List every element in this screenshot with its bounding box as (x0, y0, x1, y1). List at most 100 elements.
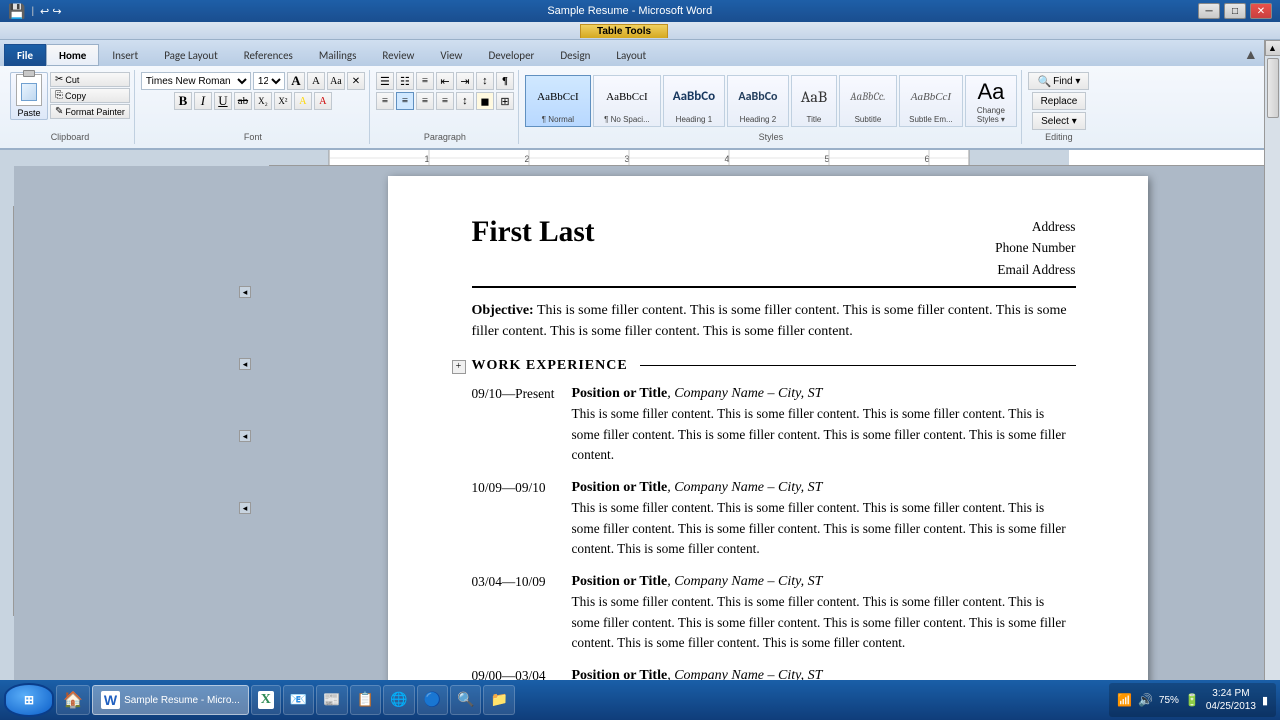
tab-mailings[interactable]: Mailings (306, 44, 370, 66)
taskbar-explorer[interactable]: 🏠 (56, 685, 90, 715)
superscript-button[interactable]: X² (274, 92, 292, 110)
table-tools-bar: Table Tools (0, 22, 1280, 40)
shading-button[interactable]: ◼ (476, 92, 494, 110)
paragraph-group: ☰ ☷ ≡ ⇤ ⇥ ↕ ¶ ≡ ≡ ≡ ≡ ↕ ◼ ⊞ Pa (372, 70, 519, 144)
font-format-row: B I U ab X₂ X² A A (174, 92, 332, 110)
start-button[interactable]: ⊞ (4, 683, 54, 717)
ribbon-content: Paste ✂Cut ⎘Copy ✎Format Painter Clipboa… (0, 66, 1280, 148)
replace-button[interactable]: Replace (1032, 92, 1087, 110)
style-no-spacing[interactable]: AaBbCcI ¶ No Spaci... (593, 75, 661, 127)
show-hide-button[interactable]: ¶ (496, 72, 514, 90)
select-button[interactable]: Select ▾ (1032, 112, 1086, 130)
maximize-button[interactable]: □ (1224, 3, 1246, 19)
taskbar-word-button[interactable]: W Sample Resume - Micro... (92, 685, 249, 715)
clear-format-button[interactable]: ✕ (347, 72, 365, 90)
battery-status: 75% (1159, 695, 1179, 706)
ruler-left-margin (0, 150, 255, 166)
taskbar-search[interactable]: 🔍 (450, 685, 481, 715)
align-right-button[interactable]: ≡ (416, 92, 434, 110)
shrink-font-button[interactable]: A (307, 72, 325, 90)
strikethrough-button[interactable]: ab (234, 92, 252, 110)
close-button[interactable]: ✕ (1250, 3, 1272, 19)
taskbar-excel[interactable]: X (251, 685, 281, 715)
expand-left-4[interactable]: ◂ (239, 502, 251, 514)
style-change-styles[interactable]: Aa ChangeStyles ▾ (965, 75, 1017, 127)
work-desc-2: This is some filler content. This is som… (572, 498, 1076, 560)
clipboard-small-buttons: ✂Cut ⎘Copy ✎Format Painter (50, 72, 130, 119)
change-case-button[interactable]: Aa (327, 72, 345, 90)
expand-left-3[interactable]: ◂ (239, 430, 251, 442)
font-color-button[interactable]: A (314, 92, 332, 110)
cut-button[interactable]: ✂Cut (50, 72, 130, 87)
numbering-button[interactable]: ☷ (396, 72, 414, 90)
borders-button[interactable]: ⊞ (496, 92, 514, 110)
tab-layout[interactable]: Layout (603, 44, 659, 66)
work-details-1: Position or Title, Company Name – City, … (572, 386, 1076, 466)
find-button[interactable]: 🔍 Find ▾ (1028, 72, 1089, 90)
tab-home[interactable]: Home (46, 44, 99, 66)
align-center-button[interactable]: ≡ (396, 92, 414, 110)
work-date-2: 10/09—09/10 (472, 480, 572, 560)
multilevel-list-button[interactable]: ≡ (416, 72, 434, 90)
clipboard-controls: Paste ✂Cut ⎘Copy ✎Format Painter (10, 72, 130, 130)
work-date-3: 03/04—10/09 (472, 574, 572, 654)
tab-file[interactable]: File (4, 44, 46, 66)
tray-battery-icon: 🔋 (1185, 693, 1200, 707)
window-title: Sample Resume - Microsoft Word (62, 5, 1198, 17)
minimize-button[interactable]: ─ (1198, 3, 1220, 19)
increase-indent-button[interactable]: ⇥ (456, 72, 474, 90)
tab-insert[interactable]: Insert (99, 44, 151, 66)
subscript-button[interactable]: X₂ (254, 92, 272, 110)
taskbar-chrome[interactable]: 🔵 (417, 685, 448, 715)
style-heading1[interactable]: AaBbCo Heading 1 (663, 75, 725, 127)
taskbar-files[interactable]: 📁 (483, 685, 514, 715)
section-title-work: WORK EXPERIENCE (472, 358, 636, 374)
style-subtle-em[interactable]: AaBbCcI Subtle Em... (899, 75, 963, 127)
ruler-area: 1 2 3 4 5 6 (0, 150, 1280, 166)
decrease-indent-button[interactable]: ⇤ (436, 72, 454, 90)
taskbar-app5[interactable]: 📋 (350, 685, 381, 715)
font-name-select[interactable]: Times New Roman (141, 72, 251, 90)
text-highlight-button[interactable]: A (294, 92, 312, 110)
ribbon-collapse-button[interactable]: ▲ (1240, 46, 1262, 66)
bold-button[interactable]: B (174, 92, 192, 110)
tab-references[interactable]: References (231, 44, 306, 66)
tab-design[interactable]: Design (547, 44, 603, 66)
line-spacing-button[interactable]: ↕ (456, 92, 474, 110)
style-heading2[interactable]: AaBbCo Heading 2 (727, 75, 789, 127)
expand-left-2[interactable]: ◂ (239, 358, 251, 370)
format-painter-button[interactable]: ✎Format Painter (50, 104, 130, 119)
clipboard-group: Paste ✂Cut ⎘Copy ✎Format Painter Clipboa… (6, 70, 135, 144)
paste-button[interactable]: Paste (10, 72, 48, 120)
tab-review[interactable]: Review (369, 44, 427, 66)
work-title-2: Position or Title, Company Name – City, … (572, 480, 1076, 496)
copy-button[interactable]: ⎘Copy (50, 88, 130, 103)
tab-developer[interactable]: Developer (475, 44, 547, 66)
taskbar-ie[interactable]: 🌐 (383, 685, 414, 715)
bullets-button[interactable]: ☰ (376, 72, 394, 90)
styles-label: Styles (759, 130, 784, 142)
underline-button[interactable]: U (214, 92, 232, 110)
phone-line: Phone Number (995, 237, 1075, 258)
taskbar-outlook[interactable]: 📧 (283, 685, 314, 715)
italic-button[interactable]: I (194, 92, 212, 110)
align-left-button[interactable]: ≡ (376, 92, 394, 110)
styles-gallery: AaBbCcI ¶ Normal AaBbCcI ¶ No Spaci... A… (525, 72, 1017, 130)
show-desktop-button[interactable]: ▮ (1262, 694, 1268, 707)
style-subtitle[interactable]: AaBbCc. Subtitle (839, 75, 897, 127)
justify-button[interactable]: ≡ (436, 92, 454, 110)
style-title[interactable]: AaB Title (791, 75, 837, 127)
section-move-handle[interactable]: + (452, 360, 466, 374)
tab-view[interactable]: View (427, 44, 475, 66)
paragraph-row2: ≡ ≡ ≡ ≡ ↕ ◼ ⊞ (376, 92, 514, 110)
sort-button[interactable]: ↕ (476, 72, 494, 90)
grow-font-button[interactable]: A (287, 72, 305, 90)
font-size-select[interactable]: 12 (253, 72, 285, 90)
system-tray: 📶 🔊 75% 🔋 3:24 PM 04/25/2013 ▮ (1109, 683, 1276, 717)
tab-page-layout[interactable]: Page Layout (151, 44, 231, 66)
expand-left-1[interactable]: ◂ (239, 286, 251, 298)
styles-group: AaBbCcI ¶ Normal AaBbCcI ¶ No Spaci... A… (521, 70, 1022, 144)
taskbar-publisher[interactable]: 📰 (316, 685, 347, 715)
vertical-scrollbar: ▲ ▼ (1264, 166, 1280, 698)
style-normal[interactable]: AaBbCcI ¶ Normal (525, 75, 591, 127)
